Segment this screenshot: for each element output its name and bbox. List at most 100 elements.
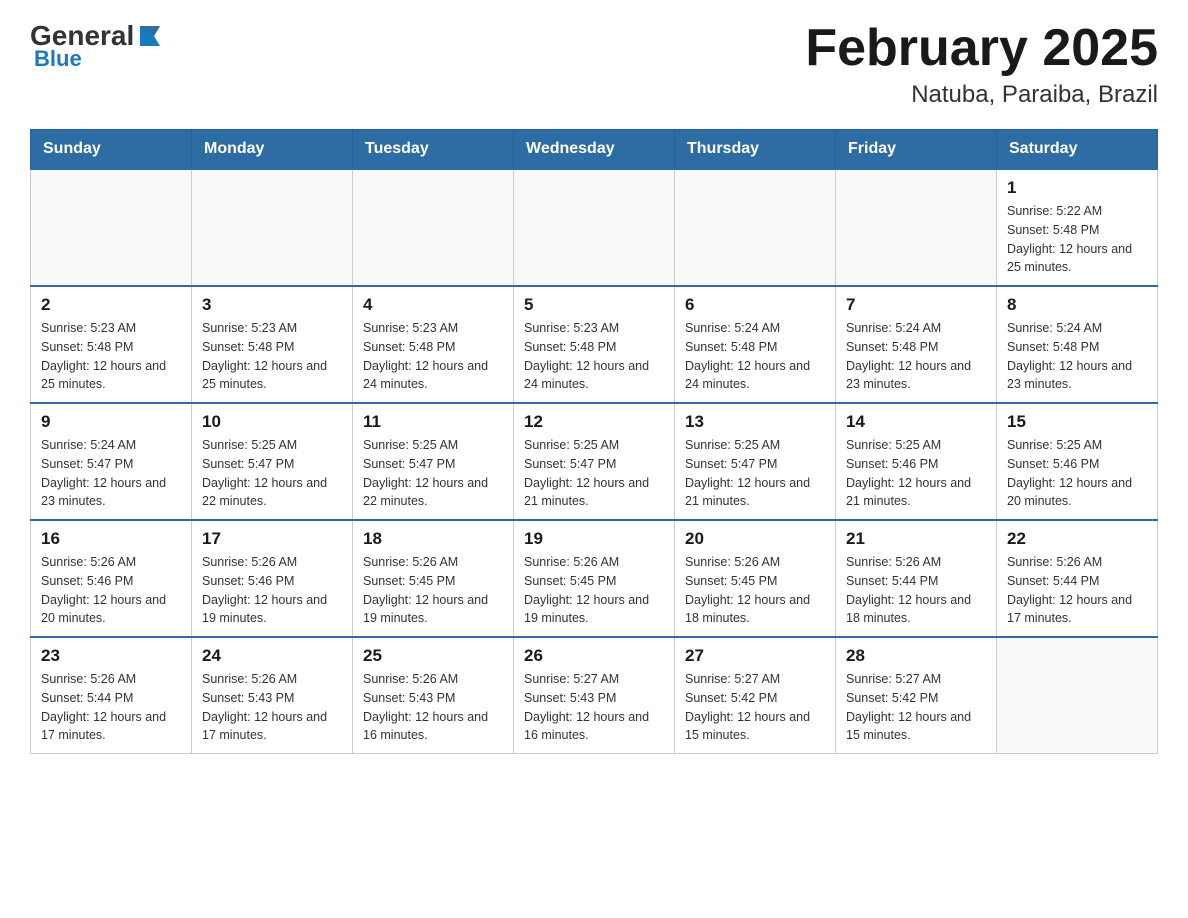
day-number: 7 — [846, 295, 986, 315]
calendar-cell: 25 Sunrise: 5:26 AMSunset: 5:43 PMDayligh… — [353, 637, 514, 754]
calendar-cell: 12 Sunrise: 5:25 AMSunset: 5:47 PMDayligh… — [514, 403, 675, 520]
day-number: 8 — [1007, 295, 1147, 315]
day-info: Sunrise: 5:26 AMSunset: 5:45 PMDaylight:… — [524, 553, 664, 628]
day-info: Sunrise: 5:25 AMSunset: 5:46 PMDaylight:… — [1007, 436, 1147, 511]
day-info: Sunrise: 5:24 AMSunset: 5:47 PMDaylight:… — [41, 436, 181, 511]
day-info: Sunrise: 5:25 AMSunset: 5:47 PMDaylight:… — [202, 436, 342, 511]
logo-flag-icon — [136, 22, 164, 50]
calendar-cell — [353, 169, 514, 286]
day-number: 12 — [524, 412, 664, 432]
day-number: 25 — [363, 646, 503, 666]
day-info: Sunrise: 5:26 AMSunset: 5:45 PMDaylight:… — [363, 553, 503, 628]
week-row-5: 23 Sunrise: 5:26 AMSunset: 5:44 PMDayligh… — [31, 637, 1158, 754]
day-number: 15 — [1007, 412, 1147, 432]
week-row-1: 1 Sunrise: 5:22 AMSunset: 5:48 PMDaylight… — [31, 169, 1158, 286]
day-info: Sunrise: 5:27 AMSunset: 5:42 PMDaylight:… — [846, 670, 986, 745]
calendar-cell: 4 Sunrise: 5:23 AMSunset: 5:48 PMDaylight… — [353, 286, 514, 403]
day-number: 2 — [41, 295, 181, 315]
day-number: 1 — [1007, 178, 1147, 198]
header-sunday: Sunday — [31, 130, 192, 170]
day-number: 21 — [846, 529, 986, 549]
calendar-cell: 16 Sunrise: 5:26 AMSunset: 5:46 PMDayligh… — [31, 520, 192, 637]
day-info: Sunrise: 5:24 AMSunset: 5:48 PMDaylight:… — [685, 319, 825, 394]
logo-blue-text: Blue — [34, 46, 82, 72]
day-number: 24 — [202, 646, 342, 666]
calendar-cell — [997, 637, 1158, 754]
day-number: 10 — [202, 412, 342, 432]
day-info: Sunrise: 5:26 AMSunset: 5:44 PMDaylight:… — [41, 670, 181, 745]
day-number: 28 — [846, 646, 986, 666]
day-number: 11 — [363, 412, 503, 432]
calendar-cell: 23 Sunrise: 5:26 AMSunset: 5:44 PMDayligh… — [31, 637, 192, 754]
day-info: Sunrise: 5:23 AMSunset: 5:48 PMDaylight:… — [202, 319, 342, 394]
day-number: 5 — [524, 295, 664, 315]
day-info: Sunrise: 5:25 AMSunset: 5:47 PMDaylight:… — [524, 436, 664, 511]
day-info: Sunrise: 5:26 AMSunset: 5:43 PMDaylight:… — [363, 670, 503, 745]
calendar-cell: 20 Sunrise: 5:26 AMSunset: 5:45 PMDayligh… — [675, 520, 836, 637]
calendar-cell: 7 Sunrise: 5:24 AMSunset: 5:48 PMDaylight… — [836, 286, 997, 403]
calendar-cell: 14Sunrise: 5:25 AMSunset: 5:46 PMDayligh… — [836, 403, 997, 520]
header-tuesday: Tuesday — [353, 130, 514, 170]
header-friday: Friday — [836, 130, 997, 170]
calendar-cell: 28 Sunrise: 5:27 AMSunset: 5:42 PMDayligh… — [836, 637, 997, 754]
day-number: 20 — [685, 529, 825, 549]
day-info: Sunrise: 5:22 AMSunset: 5:48 PMDaylight:… — [1007, 202, 1147, 277]
day-info: Sunrise: 5:27 AMSunset: 5:42 PMDaylight:… — [685, 670, 825, 745]
day-number: 3 — [202, 295, 342, 315]
day-number: 26 — [524, 646, 664, 666]
calendar-cell: 9 Sunrise: 5:24 AMSunset: 5:47 PMDaylight… — [31, 403, 192, 520]
header-wednesday: Wednesday — [514, 130, 675, 170]
calendar-cell: 10 Sunrise: 5:25 AMSunset: 5:47 PMDayligh… — [192, 403, 353, 520]
calendar-cell — [675, 169, 836, 286]
day-number: 14 — [846, 412, 986, 432]
day-number: 9 — [41, 412, 181, 432]
page-header: General Blue February 2025 Natuba, Parai… — [30, 20, 1158, 109]
day-info: Sunrise: 5:26 AMSunset: 5:45 PMDaylight:… — [685, 553, 825, 628]
calendar-table: SundayMondayTuesdayWednesdayThursdayFrid… — [30, 129, 1158, 754]
calendar-cell: 15 Sunrise: 5:25 AMSunset: 5:46 PMDayligh… — [997, 403, 1158, 520]
day-number: 6 — [685, 295, 825, 315]
calendar-cell — [514, 169, 675, 286]
day-info: Sunrise: 5:23 AMSunset: 5:48 PMDaylight:… — [41, 319, 181, 394]
day-number: 22 — [1007, 529, 1147, 549]
calendar-cell: 24 Sunrise: 5:26 AMSunset: 5:43 PMDayligh… — [192, 637, 353, 754]
day-number: 13 — [685, 412, 825, 432]
day-info: Sunrise: 5:24 AMSunset: 5:48 PMDaylight:… — [846, 319, 986, 394]
day-info: Sunrise: 5:26 AMSunset: 5:44 PMDaylight:… — [846, 553, 986, 628]
day-info: Sunrise: 5:25 AMSunset: 5:47 PMDaylight:… — [685, 436, 825, 511]
calendar-cell: 21 Sunrise: 5:26 AMSunset: 5:44 PMDayligh… — [836, 520, 997, 637]
day-info: Sunrise: 5:26 AMSunset: 5:46 PMDaylight:… — [202, 553, 342, 628]
header-saturday: Saturday — [997, 130, 1158, 170]
calendar-cell — [836, 169, 997, 286]
calendar-cell: 17 Sunrise: 5:26 AMSunset: 5:46 PMDayligh… — [192, 520, 353, 637]
day-number: 18 — [363, 529, 503, 549]
calendar-cell: 18 Sunrise: 5:26 AMSunset: 5:45 PMDayligh… — [353, 520, 514, 637]
calendar-cell: 1 Sunrise: 5:22 AMSunset: 5:48 PMDaylight… — [997, 169, 1158, 286]
day-info: Sunrise: 5:26 AMSunset: 5:43 PMDaylight:… — [202, 670, 342, 745]
day-number: 27 — [685, 646, 825, 666]
day-number: 4 — [363, 295, 503, 315]
calendar-cell: 11 Sunrise: 5:25 AMSunset: 5:47 PMDayligh… — [353, 403, 514, 520]
title-area: February 2025 Natuba, Paraiba, Brazil — [805, 20, 1158, 109]
calendar-cell: 2 Sunrise: 5:23 AMSunset: 5:48 PMDaylight… — [31, 286, 192, 403]
week-row-3: 9 Sunrise: 5:24 AMSunset: 5:47 PMDaylight… — [31, 403, 1158, 520]
day-number: 16 — [41, 529, 181, 549]
calendar-cell: 27 Sunrise: 5:27 AMSunset: 5:42 PMDayligh… — [675, 637, 836, 754]
calendar-cell: 6 Sunrise: 5:24 AMSunset: 5:48 PMDaylight… — [675, 286, 836, 403]
calendar-cell: 22Sunrise: 5:26 AMSunset: 5:44 PMDayligh… — [997, 520, 1158, 637]
day-info: Sunrise: 5:23 AMSunset: 5:48 PMDaylight:… — [524, 319, 664, 394]
day-info: Sunrise: 5:27 AMSunset: 5:43 PMDaylight:… — [524, 670, 664, 745]
calendar-cell — [192, 169, 353, 286]
day-info: Sunrise: 5:26 AMSunset: 5:46 PMDaylight:… — [41, 553, 181, 628]
day-number: 23 — [41, 646, 181, 666]
week-row-4: 16 Sunrise: 5:26 AMSunset: 5:46 PMDayligh… — [31, 520, 1158, 637]
day-number: 19 — [524, 529, 664, 549]
day-number: 17 — [202, 529, 342, 549]
calendar-cell: 3 Sunrise: 5:23 AMSunset: 5:48 PMDaylight… — [192, 286, 353, 403]
day-info: Sunrise: 5:23 AMSunset: 5:48 PMDaylight:… — [363, 319, 503, 394]
day-info: Sunrise: 5:25 AMSunset: 5:47 PMDaylight:… — [363, 436, 503, 511]
calendar-cell: 8 Sunrise: 5:24 AMSunset: 5:48 PMDaylight… — [997, 286, 1158, 403]
calendar-cell: 26 Sunrise: 5:27 AMSunset: 5:43 PMDayligh… — [514, 637, 675, 754]
calendar-cell — [31, 169, 192, 286]
day-info: Sunrise: 5:24 AMSunset: 5:48 PMDaylight:… — [1007, 319, 1147, 394]
